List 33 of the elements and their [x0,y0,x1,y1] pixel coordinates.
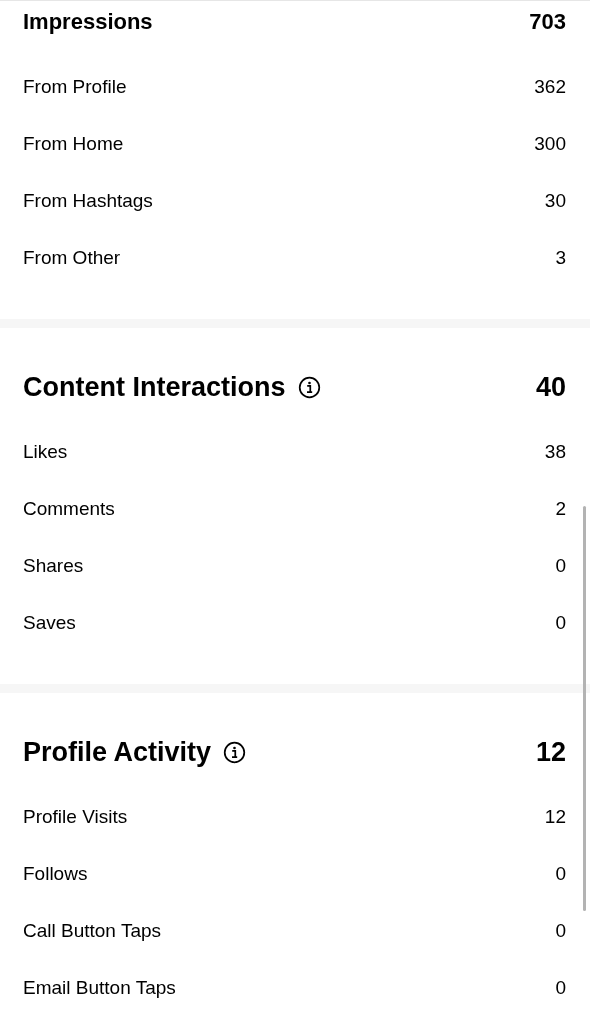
section-title: Content Interactions [23,371,286,403]
metric-value: 0 [555,976,566,999]
metric-label: Comments [23,497,115,520]
metric-value: 12 [544,805,566,828]
section-total: 703 [529,9,566,35]
metric-value: 2 [555,497,566,520]
section-title: Profile Activity [23,736,212,768]
metric-label: Call Button Taps [23,919,161,942]
metric-value: 0 [555,554,566,577]
metric-value: 38 [544,440,566,463]
info-icon[interactable] [223,740,247,764]
metric-label: From Home [23,132,124,155]
metric-label: From Profile [23,75,127,98]
metric-value: 300 [534,132,566,155]
section-title: Impressions [23,9,153,35]
metric-label: From Other [23,246,121,269]
metric-value: 0 [555,862,566,885]
metric-value: 0 [555,919,566,942]
metric-label: From Hashtags [23,189,153,212]
section-total: 12 [535,736,566,768]
metric-value: 0 [555,611,566,634]
metric-label: Profile Visits [23,805,128,828]
metric-label: Follows [23,862,88,885]
metric-value: 3 [555,246,566,269]
info-icon[interactable] [297,375,321,399]
scrollbar-thumb[interactable] [583,506,586,911]
metric-label: Email Button Taps [23,976,176,999]
metric-label: Saves [23,611,76,634]
metric-value: 30 [544,189,566,212]
section-total: 40 [535,371,566,403]
metric-value: 362 [534,75,566,98]
metric-label: Likes [23,440,68,463]
metric-label: Shares [23,554,84,577]
